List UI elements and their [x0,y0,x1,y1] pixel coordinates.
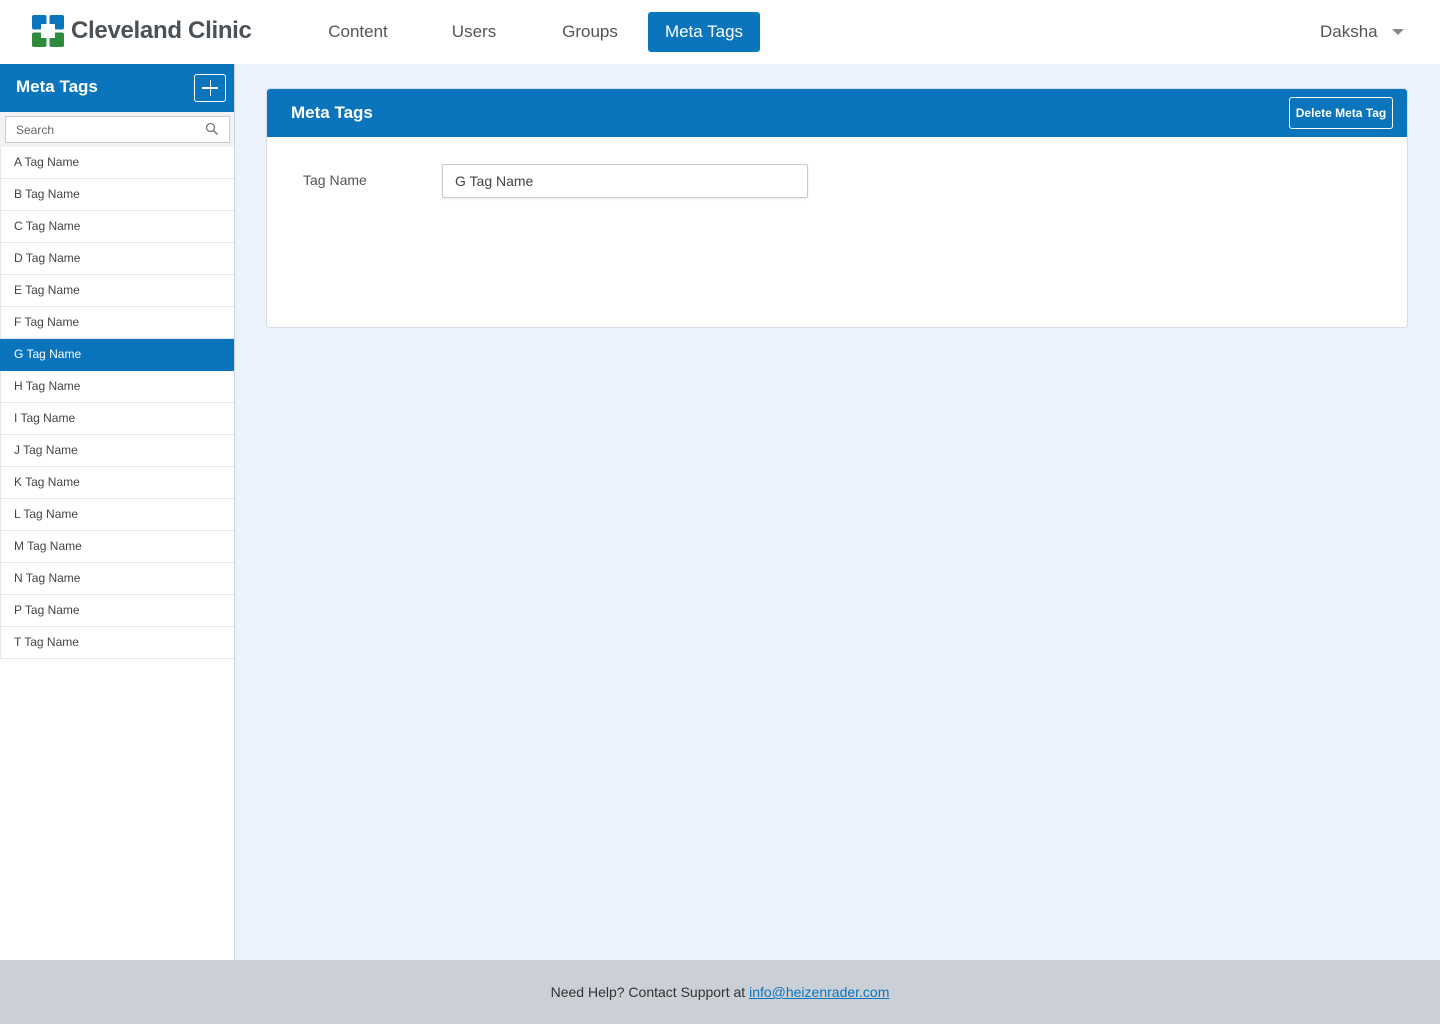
tag-list-item[interactable]: E Tag Name [0,275,234,307]
tag-list-item-selected[interactable]: G Tag Name [0,339,234,371]
tag-list-item[interactable]: T Tag Name [0,627,234,659]
nav-tab-content[interactable]: Content [300,12,416,52]
top-header: Cleveland Clinic Content Users Groups Me… [0,0,1440,64]
nav-tab-meta-tags[interactable]: Meta Tags [648,12,760,52]
tag-list-item[interactable]: J Tag Name [0,435,234,467]
tag-list-item[interactable]: D Tag Name [0,243,234,275]
tag-list-item[interactable]: H Tag Name [0,371,234,403]
panel-header: Meta Tags Delete Meta Tag [267,89,1407,137]
brand-logo[interactable]: Cleveland Clinic [32,15,252,47]
brand-name: Cleveland Clinic [71,17,252,44]
main-nav: Content Users Groups Meta Tags [300,12,760,52]
meta-tag-detail-panel: Meta Tags Delete Meta Tag Tag Name [266,88,1408,328]
tag-name-label: Tag Name [303,172,367,188]
tag-list-item[interactable]: C Tag Name [0,211,234,243]
add-meta-tag-button[interactable] [194,74,226,102]
panel-title: Meta Tags [291,103,373,122]
tag-list-item[interactable]: L Tag Name [0,499,234,531]
chevron-down-icon [1391,29,1404,35]
user-name: Daksha [1320,22,1378,41]
tag-list-item[interactable]: K Tag Name [0,467,234,499]
tag-list-item[interactable]: A Tag Name [0,147,234,179]
cleveland-clinic-cross-logo-icon [32,15,64,47]
tag-list-item[interactable]: N Tag Name [0,563,234,595]
sidebar: Meta Tags A Tag Name B Tag Name C Tag Na… [0,64,235,960]
sidebar-title: Meta Tags [16,77,98,96]
tag-list-item[interactable]: F Tag Name [0,307,234,339]
tag-name-input[interactable] [442,164,808,198]
support-email-link[interactable]: info@heizenrader.com [749,984,889,1000]
tag-list: A Tag Name B Tag Name C Tag Name D Tag N… [0,147,234,659]
nav-tab-users[interactable]: Users [416,12,532,52]
search-icon[interactable] [205,122,219,136]
search-bar [0,112,234,147]
delete-meta-tag-button[interactable]: Delete Meta Tag [1289,97,1393,129]
footer-help-text: Need Help? Contact Support at [550,984,750,1000]
tag-list-item[interactable]: P Tag Name [0,595,234,627]
footer: Need Help? Contact Support at info@heize… [0,960,1440,1024]
tag-list-item[interactable]: M Tag Name [0,531,234,563]
tag-list-item[interactable]: I Tag Name [0,403,234,435]
user-menu[interactable]: Daksha [1320,20,1404,44]
search-input[interactable] [5,116,230,143]
sidebar-header: Meta Tags [0,64,234,112]
nav-tab-groups[interactable]: Groups [532,12,648,52]
tag-list-item[interactable]: B Tag Name [0,179,234,211]
